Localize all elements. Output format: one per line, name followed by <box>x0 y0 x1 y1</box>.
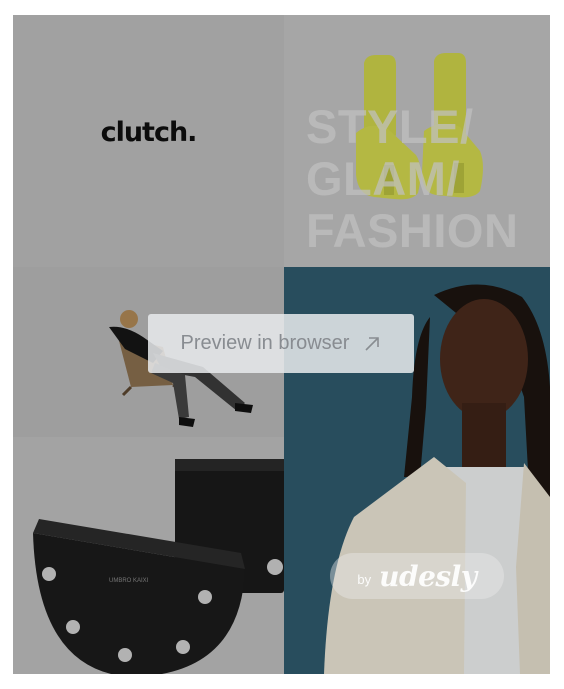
style-line: STYLE/ <box>306 100 474 153</box>
bag-label: UMBRO KAIXI <box>109 578 149 584</box>
bags-tile: UMBRO KAIXI <box>13 437 284 674</box>
preview-in-browser-button[interactable]: Preview in browser <box>148 314 414 373</box>
logo-tile: clutch. <box>13 15 284 267</box>
arrow-up-right-icon <box>363 335 381 353</box>
preview-label: Preview in browser <box>180 332 350 354</box>
clutch-logo: clutch. <box>100 117 198 148</box>
badge-by-text: by <box>357 571 372 587</box>
glam-line: GLAM/ <box>306 152 460 205</box>
style-tile: STYLE/ GLAM/ FASHION <box>284 15 550 267</box>
udesly-badge[interactable]: by udesly <box>330 553 504 599</box>
bags-image: UMBRO KAIXI <box>13 437 284 674</box>
udesly-logo: udesly <box>379 559 477 593</box>
style-glam-fashion-text: STYLE/ GLAM/ FASHION <box>306 101 518 257</box>
fashion-line: FASHION <box>306 204 519 257</box>
